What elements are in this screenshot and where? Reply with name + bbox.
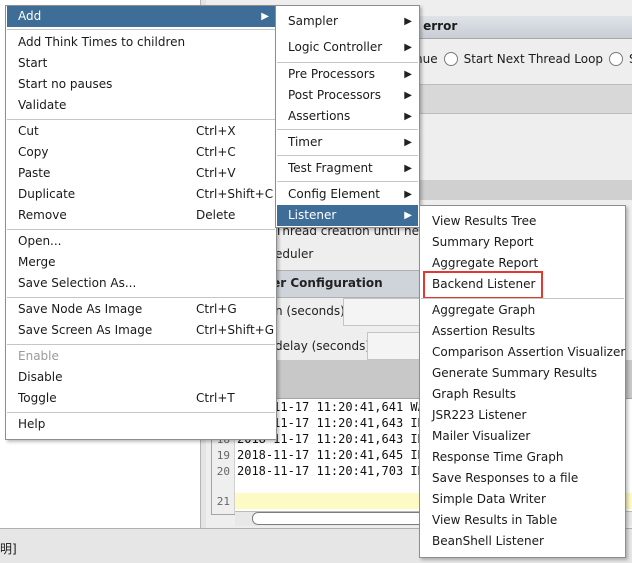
scrollbar-thumb[interactable] (252, 512, 434, 525)
add-submenu: Sampler ▶ Logic Controller ▶ Pre Process… (275, 5, 420, 228)
submenu-arrow-icon: ▶ (404, 16, 412, 27)
listener-item-graph-results[interactable]: Graph Results (421, 384, 624, 405)
scheduler-checkbox-label: eduler (275, 247, 314, 261)
submenu-arrow-icon: ▶ (404, 210, 412, 221)
duration-input[interactable] (343, 298, 421, 326)
menu-separator (7, 344, 275, 345)
listener-item-simple-data-writer[interactable]: Simple Data Writer (421, 489, 624, 510)
log-line: 21 (216, 495, 230, 508)
listener-item-view-results-in-table[interactable]: View Results in Table (421, 510, 624, 531)
listener-item-save-responses-to-file[interactable]: Save Responses to a file (421, 468, 624, 489)
scheduler-config-title: ler Configuration (268, 276, 383, 290)
log-line: 19 2018-11-17 11:20:41,645 IN (216, 448, 425, 462)
thread-properties-section (405, 180, 632, 200)
menu-item-duplicate[interactable]: Duplicate Ctrl+Shift+C (7, 184, 275, 205)
menu-separator (7, 229, 275, 230)
listener-item-view-results-tree[interactable]: View Results Tree (421, 211, 624, 232)
submenu-arrow-icon: ▶ (404, 163, 412, 174)
listener-item-generate-summary-results[interactable]: Generate Summary Results (421, 363, 624, 384)
menu-separator (7, 119, 275, 120)
duration-label: n (seconds) (275, 304, 345, 318)
radio-label-start-next-loop: Start Next Thread Loop (463, 52, 604, 66)
submenu-item-test-fragment[interactable]: Test Fragment ▶ (277, 158, 418, 179)
startup-delay-input[interactable] (367, 332, 421, 360)
menu-separator (277, 155, 418, 156)
menu-separator (7, 29, 275, 30)
listener-item-aggregate-graph[interactable]: Aggregate Graph (421, 300, 624, 321)
submenu-item-timer[interactable]: Timer ▶ (277, 132, 418, 153)
submenu-arrow-icon: ▶ (404, 90, 412, 101)
menu-item-start[interactable]: Start (7, 53, 275, 74)
listener-item-jsr223-listener[interactable]: JSR223 Listener (421, 405, 624, 426)
submenu-item-config-element[interactable]: Config Element ▶ (277, 184, 418, 205)
menu-separator (277, 62, 418, 63)
startup-delay-label: delay (seconds) (275, 339, 371, 353)
listener-submenu: View Results Tree Summary Report Aggrega… (419, 205, 626, 558)
submenu-item-sampler[interactable]: Sampler ▶ (277, 11, 418, 32)
submenu-arrow-icon: ▶ (261, 11, 269, 22)
menu-item-help[interactable]: Help (7, 414, 275, 435)
menu-item-open[interactable]: Open... (7, 231, 275, 252)
menu-separator (7, 297, 275, 298)
stop-thread-radio[interactable] (609, 52, 624, 66)
submenu-item-listener[interactable]: Listener ▶ (277, 205, 418, 226)
submenu-arrow-icon: ▶ (404, 137, 412, 148)
menu-separator (277, 181, 418, 182)
menu-item-start-no-pauses[interactable]: Start no pauses (7, 74, 275, 95)
submenu-item-post-processors[interactable]: Post Processors ▶ (277, 85, 418, 106)
menu-item-enable: Enable (18, 349, 59, 363)
menu-item-merge[interactable]: Merge (7, 252, 275, 273)
context-menu: Add ▶ Add Think Times to children Start … (5, 5, 277, 440)
submenu-arrow-icon: ▶ (404, 69, 412, 80)
start-next-loop-radio[interactable] (443, 52, 458, 66)
submenu-arrow-icon: ▶ (404, 42, 412, 53)
menu-separator (7, 412, 275, 413)
status-text: 明] (0, 542, 17, 556)
menu-item-paste[interactable]: Paste Ctrl+V (7, 163, 275, 184)
menu-item-save-selection-as[interactable]: Save Selection As... (7, 273, 275, 294)
submenu-arrow-icon: ▶ (404, 189, 412, 200)
menu-item-validate[interactable]: Validate (7, 95, 275, 116)
submenu-item-logic-controller[interactable]: Logic Controller ▶ (277, 37, 418, 58)
menu-item-remove[interactable]: Remove Delete (7, 205, 275, 226)
menu-item-disable[interactable]: Disable (7, 367, 275, 388)
menu-item-save-screen-as-image[interactable]: Save Screen As Image Ctrl+Shift+G (7, 320, 275, 341)
menu-item-add[interactable]: Add ▶ (7, 6, 275, 27)
submenu-item-pre-processors[interactable]: Pre Processors ▶ (277, 64, 418, 85)
menu-item-add-think-times[interactable]: Add Think Times to children (7, 32, 275, 53)
listener-item-assertion-results[interactable]: Assertion Results (421, 321, 624, 342)
listener-item-mailer-visualizer[interactable]: Mailer Visualizer (421, 426, 624, 447)
submenu-arrow-icon: ▶ (404, 111, 412, 122)
menu-item-copy[interactable]: Copy Ctrl+C (7, 142, 275, 163)
backend-listener-highlight-box (423, 271, 543, 299)
error-action-radio-group: nue Start Next Thread Loop St (415, 52, 632, 66)
menu-item-toggle[interactable]: Toggle Ctrl+T (7, 388, 275, 409)
log-line: 20 2018-11-17 11:20:41,703 IN (216, 464, 425, 478)
submenu-item-assertions[interactable]: Assertions ▶ (277, 106, 418, 127)
listener-item-comparison-assertion-visualizer[interactable]: Comparison Assertion Visualizer (421, 342, 625, 363)
menu-separator (421, 298, 624, 299)
menu-item-save-node-as-image[interactable]: Save Node As Image Ctrl+G (7, 299, 275, 320)
listener-item-beanshell-listener[interactable]: BeanShell Listener (421, 531, 624, 552)
menu-separator (277, 129, 418, 130)
menu-item-cut[interactable]: Cut Ctrl+X (7, 121, 275, 142)
thread-properties-band (405, 84, 632, 114)
listener-item-summary-report[interactable]: Summary Report (421, 232, 624, 253)
listener-item-response-time-graph[interactable]: Response Time Graph (421, 447, 624, 468)
